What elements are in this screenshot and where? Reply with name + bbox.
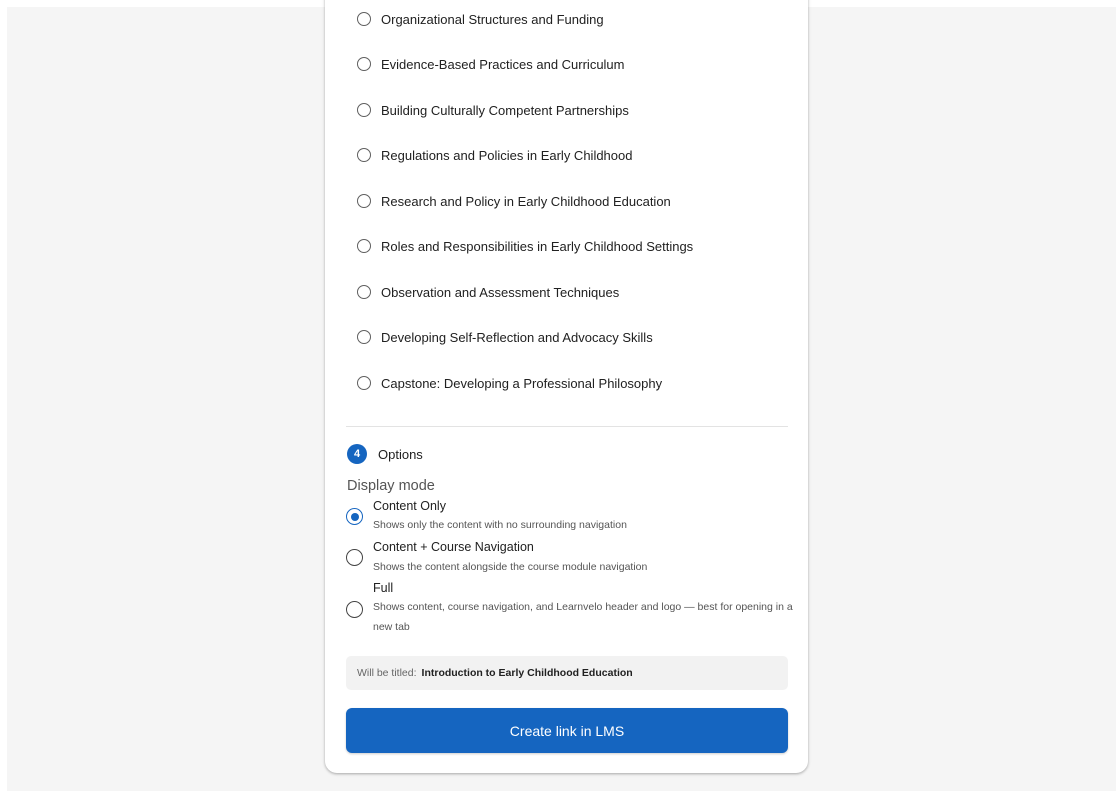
module-option[interactable]: Regulations and Policies in Early Childh…	[357, 143, 632, 167]
title-preview-value: Introduction to Early Childhood Educatio…	[421, 667, 633, 679]
radio-unchecked-icon[interactable]	[357, 194, 371, 208]
option-description: Shows content, course navigation, and Le…	[373, 601, 793, 633]
radio-checked-icon[interactable]	[346, 508, 363, 525]
option-description: Shows the content alongside the course m…	[373, 561, 648, 573]
module-option[interactable]: Building Culturally Competent Partnershi…	[357, 98, 629, 122]
option-title: Content + Course Navigation	[373, 540, 534, 554]
module-option-label: Research and Policy in Early Childhood E…	[381, 193, 671, 209]
create-link-button[interactable]: Create link in LMS	[346, 708, 788, 753]
radio-unchecked-icon[interactable]	[357, 148, 371, 162]
display-mode-label: Display mode	[347, 478, 435, 494]
radio-unchecked-icon[interactable]	[357, 239, 371, 253]
radio-unchecked-icon[interactable]	[357, 12, 371, 26]
module-option[interactable]: Roles and Responsibilities in Early Chil…	[357, 234, 693, 258]
radio-unchecked-icon[interactable]	[346, 601, 363, 618]
module-option-label: Developing Self-Reflection and Advocacy …	[381, 329, 653, 345]
module-option-label: Regulations and Policies in Early Childh…	[381, 147, 633, 163]
module-option-label: Evidence-Based Practices and Curriculum	[381, 56, 625, 72]
step-number-badge: 4	[347, 444, 367, 464]
radio-unchecked-icon[interactable]	[357, 285, 371, 299]
module-option[interactable]: Evidence-Based Practices and Curriculum	[357, 52, 625, 76]
module-option[interactable]: Research and Policy in Early Childhood E…	[357, 189, 671, 213]
display-mode-content-only[interactable]: Content Only Shows only the content with…	[346, 497, 786, 535]
module-option[interactable]: Observation and Assessment Techniques	[357, 280, 619, 304]
module-option[interactable]: Capstone: Developing a Professional Phil…	[357, 371, 662, 395]
module-option-label: Roles and Responsibilities in Early Chil…	[381, 238, 694, 254]
radio-unchecked-icon[interactable]	[357, 376, 371, 390]
option-title: Full	[373, 581, 394, 595]
module-option-label: Capstone: Developing a Professional Phil…	[381, 375, 663, 391]
radio-unchecked-icon[interactable]	[346, 549, 363, 566]
module-option-label: Building Culturally Competent Partnershi…	[381, 102, 629, 118]
option-description: Shows only the content with no surroundi…	[373, 519, 627, 531]
title-preview-prefix: Will be titled:	[357, 667, 417, 679]
section-divider	[346, 426, 788, 427]
title-preview: Will be titled: Introduction to Early Ch…	[346, 656, 788, 690]
step-title: Options	[378, 447, 423, 462]
module-option-label: Observation and Assessment Techniques	[381, 284, 620, 300]
module-option[interactable]: Developing Self-Reflection and Advocacy …	[357, 325, 653, 349]
module-option-label: Organizational Structures and Funding	[381, 11, 604, 27]
option-title: Content Only	[373, 499, 446, 513]
radio-unchecked-icon[interactable]	[357, 103, 371, 117]
radio-unchecked-icon[interactable]	[357, 57, 371, 71]
radio-unchecked-icon[interactable]	[357, 330, 371, 344]
module-option[interactable]: Organizational Structures and Funding	[357, 7, 604, 31]
display-mode-content-course-navigation[interactable]: Content + Course Navigation Shows the co…	[346, 538, 786, 576]
display-mode-full[interactable]: Full Shows content, course navigation, a…	[346, 579, 793, 641]
